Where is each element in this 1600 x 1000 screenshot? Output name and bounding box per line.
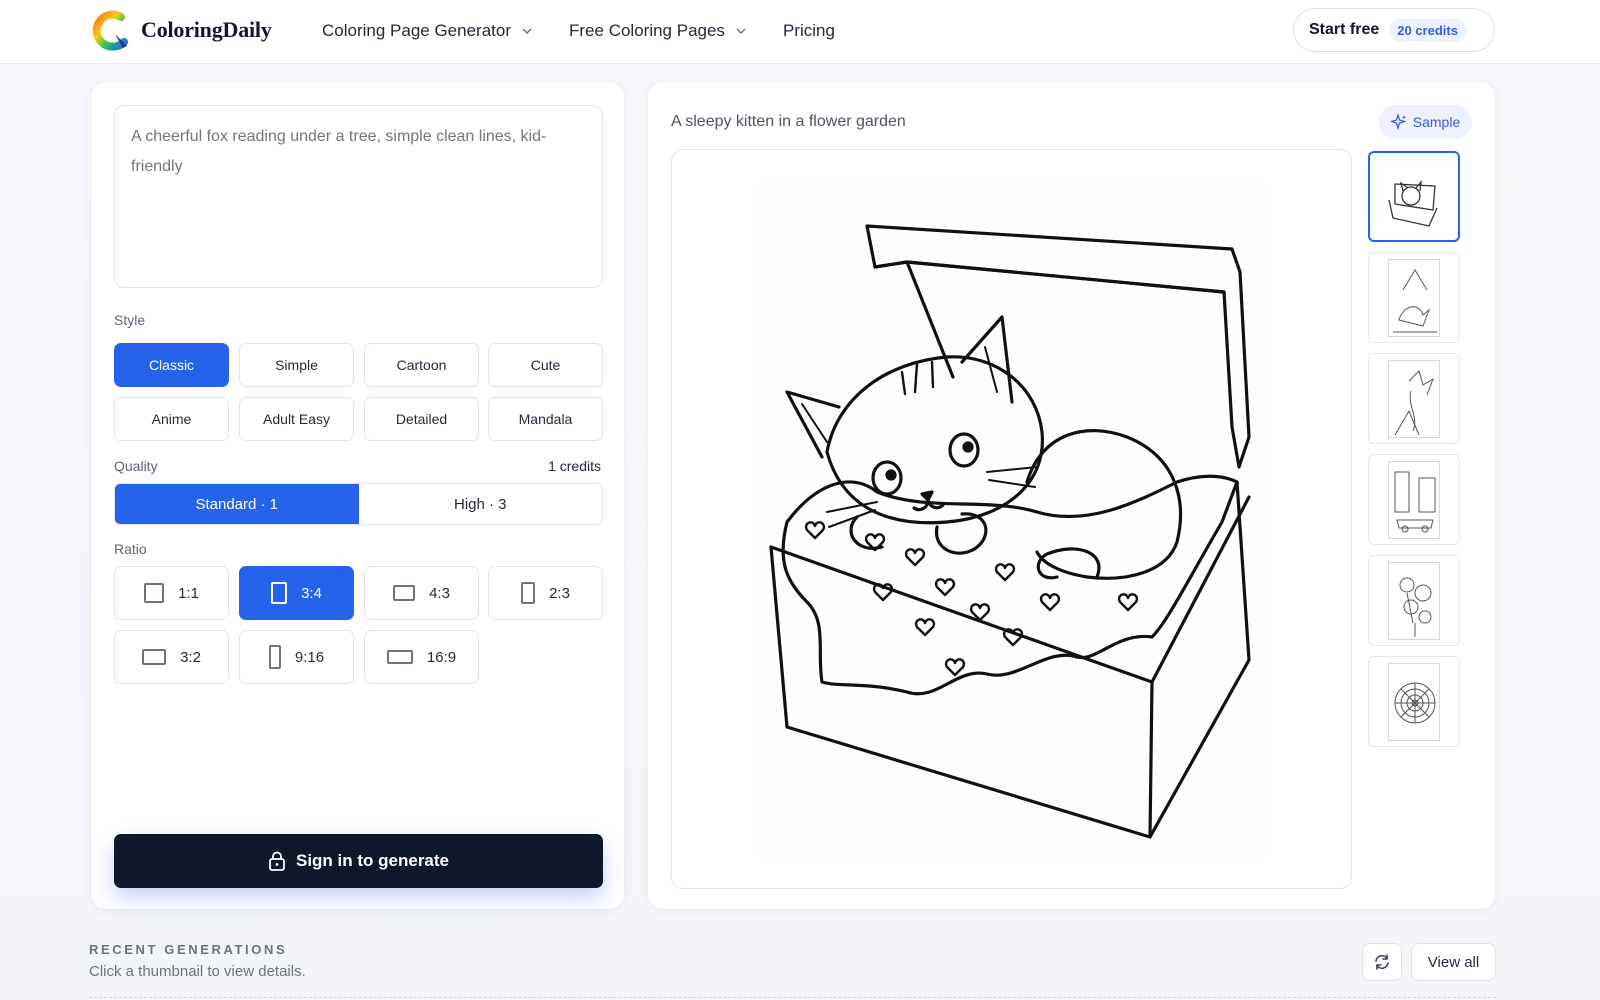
lock-icon bbox=[269, 851, 285, 871]
quality-standard[interactable]: Standard · 1 bbox=[115, 484, 359, 524]
start-free-label: Start free bbox=[1309, 21, 1380, 38]
thumbnail-dinosaur-volcano[interactable] bbox=[1368, 252, 1460, 343]
style-detailed[interactable]: Detailed bbox=[364, 397, 479, 441]
style-classic[interactable]: Classic bbox=[114, 343, 229, 387]
credits-badge: 20 credits bbox=[1389, 18, 1466, 42]
preview-image-frame bbox=[671, 149, 1352, 889]
style-cute[interactable]: Cute bbox=[488, 343, 603, 387]
style-simple[interactable]: Simple bbox=[239, 343, 354, 387]
thumbnail-city-street[interactable] bbox=[1368, 454, 1460, 545]
recent-generations-heading: RECENT GENERATIONS bbox=[89, 942, 288, 957]
prompt-input[interactable] bbox=[114, 105, 603, 288]
portrait-ratio-icon bbox=[268, 645, 281, 669]
thumbnail-dragon-castle[interactable] bbox=[1368, 353, 1460, 444]
sign-in-to-generate-button[interactable]: Sign in to generate bbox=[114, 834, 603, 888]
nav-free-coloring-pages[interactable]: Free Coloring Pages bbox=[569, 21, 747, 41]
ratio-label-text: 9:16 bbox=[294, 648, 325, 666]
nav-label: Free Coloring Pages bbox=[569, 21, 725, 40]
style-cartoon[interactable]: Cartoon bbox=[364, 343, 479, 387]
refresh-button[interactable] bbox=[1362, 943, 1402, 981]
nav-coloring-page-generator[interactable]: Coloring Page Generator bbox=[322, 21, 533, 41]
quality-high[interactable]: High · 3 bbox=[359, 484, 603, 524]
ratio-4-3[interactable]: 4:3 bbox=[364, 566, 479, 620]
sample-button-label: Sample bbox=[1412, 114, 1461, 130]
flowers-thumbnail-icon bbox=[1388, 561, 1440, 640]
divider bbox=[89, 997, 1496, 998]
ratio-3-4[interactable]: 3:4 bbox=[239, 566, 354, 620]
ratio-1-1[interactable]: 1:1 bbox=[114, 566, 229, 620]
landscape-ratio-icon bbox=[386, 650, 413, 664]
ratio-label-text: 16:9 bbox=[426, 648, 457, 666]
mandala-thumbnail-icon bbox=[1388, 662, 1440, 741]
top-nav-bar: ColoringDaily Coloring Page Generator Fr… bbox=[0, 0, 1600, 64]
chevron-down-icon bbox=[522, 28, 532, 35]
portrait-ratio-icon bbox=[521, 582, 536, 604]
ratio-label-text: 4:3 bbox=[429, 584, 450, 602]
ratio-9-16[interactable]: 9:16 bbox=[239, 630, 354, 684]
recent-generations-subtitle: Click a thumbnail to view details. bbox=[89, 963, 306, 980]
style-adult-easy[interactable]: Adult Easy bbox=[239, 397, 354, 441]
brand-name: ColoringDaily bbox=[141, 17, 272, 42]
preview-panel: A sleepy kitten in a flower garden Sampl… bbox=[647, 81, 1496, 910]
thumbnail-mandala[interactable] bbox=[1368, 656, 1460, 747]
square-ratio-icon bbox=[144, 583, 165, 603]
dragon-thumbnail-icon bbox=[1388, 359, 1440, 438]
start-free-button[interactable]: Start free 20 credits bbox=[1293, 8, 1495, 52]
kitten-thumbnail-icon bbox=[1388, 179, 1438, 227]
sample-title: A sleepy kitten in a flower garden bbox=[671, 113, 906, 130]
sample-button[interactable]: Sample bbox=[1379, 105, 1472, 139]
style-anime[interactable]: Anime bbox=[114, 397, 229, 441]
kitten-in-box-illustration bbox=[769, 224, 1251, 839]
ratio-label-text: 3:4 bbox=[301, 584, 322, 602]
refresh-icon bbox=[1375, 954, 1389, 970]
ratio-label-text: 3:2 bbox=[180, 648, 201, 666]
quality-credit-cost: 1 credits bbox=[548, 458, 601, 474]
ratio-2-3[interactable]: 2:3 bbox=[488, 566, 603, 620]
ratio-label: Ratio bbox=[114, 541, 147, 557]
quality-toggle: Standard · 1 High · 3 bbox=[114, 483, 603, 525]
landscape-ratio-icon bbox=[393, 585, 416, 601]
ratio-16-9[interactable]: 16:9 bbox=[364, 630, 479, 684]
thumbnail-kitten-in-box[interactable] bbox=[1368, 151, 1460, 242]
ratio-label-text: 1:1 bbox=[178, 584, 199, 602]
brand-logo-icon bbox=[92, 10, 128, 51]
coloring-page-image bbox=[757, 182, 1265, 858]
dinosaur-thumbnail-icon bbox=[1388, 258, 1440, 337]
nav-pricing[interactable]: Pricing bbox=[783, 21, 835, 41]
quality-label: Quality bbox=[114, 458, 158, 474]
generator-panel: Style Classic Simple Cartoon Cute Anime … bbox=[90, 81, 625, 910]
style-mandala[interactable]: Mandala bbox=[488, 397, 603, 441]
nav-label: Coloring Page Generator bbox=[322, 21, 512, 40]
sparkle-icon bbox=[1390, 114, 1407, 130]
nav-label: Pricing bbox=[782, 21, 835, 40]
landscape-ratio-icon bbox=[142, 649, 167, 665]
brand-logo[interactable]: ColoringDaily bbox=[91, 8, 272, 52]
main-nav: Coloring Page Generator Free Coloring Pa… bbox=[322, 0, 871, 62]
city-thumbnail-icon bbox=[1388, 460, 1440, 539]
sign-in-label: Sign in to generate bbox=[295, 851, 450, 870]
portrait-ratio-icon bbox=[271, 582, 288, 604]
ratio-3-2[interactable]: 3:2 bbox=[114, 630, 229, 684]
style-label: Style bbox=[114, 312, 146, 328]
view-all-button[interactable]: View all bbox=[1411, 943, 1496, 981]
thumbnail-flower-bouquet[interactable] bbox=[1368, 555, 1460, 646]
chevron-down-icon bbox=[736, 28, 746, 35]
ratio-label-text: 2:3 bbox=[549, 584, 570, 602]
